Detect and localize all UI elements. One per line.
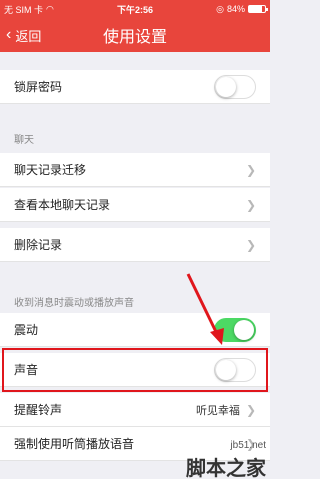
row-delete-records[interactable]: 删除记录 ❯ [0, 228, 270, 262]
toggle-knob [234, 319, 254, 340]
section-header-sound: 收到消息时震动或播放声音 [14, 298, 134, 309]
chevron-right-icon: ❯ [245, 237, 256, 252]
back-label: 返回 [15, 28, 42, 44]
chevron-right-icon: ❯ [245, 402, 256, 417]
lock-password-toggle[interactable] [214, 74, 256, 99]
section-header-chat: 聊天 [14, 135, 34, 146]
back-button[interactable]: ‹ 返回 [0, 26, 80, 45]
status-bar: 无 SIM 卡 ◠ 下午2:56 ◎ 84% [0, 0, 270, 18]
page-title: 使用设置 [102, 29, 167, 46]
status-left: 无 SIM 卡 ◠ [4, 3, 94, 16]
row-label: 查看本地聊天记录 [14, 198, 111, 212]
carrier-label: 无 SIM 卡 [4, 4, 44, 15]
annotation-arrow-icon [186, 273, 224, 345]
row-label: 强制使用听筒播放语音 [14, 437, 135, 451]
wifi-icon: ◠ [46, 3, 54, 14]
chevron-left-icon: ‹ [6, 26, 12, 43]
watermark-brand: 脚本之家 [186, 458, 266, 479]
battery-icon [248, 5, 268, 13]
row-view-local-chat[interactable]: 查看本地聊天记录 ❯ [0, 188, 270, 222]
status-right: ◎ 84% [176, 3, 268, 15]
battery-fill [249, 6, 263, 12]
row-label: 提醒铃声 [14, 403, 63, 417]
chevron-right-icon: ❯ [245, 162, 256, 177]
status-time: 下午2:56 [116, 4, 153, 15]
row-label: 删除记录 [14, 238, 63, 252]
highlight-box [2, 348, 268, 392]
row-chat-migrate[interactable]: 聊天记录迁移 ❯ [0, 153, 270, 187]
toggle-knob [216, 76, 236, 97]
ringtone-value: 听见幸福 [195, 404, 240, 417]
nav-bar: ‹ 返回 使用设置 [0, 18, 270, 52]
row-lock-password[interactable]: 锁屏密码 [0, 70, 270, 104]
chevron-right-icon: ❯ [245, 197, 256, 212]
lock-rotation-icon: ◎ [216, 3, 224, 14]
battery-percent: 84% [226, 4, 245, 14]
row-label: 聊天记录迁移 [14, 163, 87, 177]
watermark-site: jb51.net [230, 440, 266, 451]
row-ringtone[interactable]: 提醒铃声 听见幸福 ❯ [0, 393, 270, 427]
row-label: 锁屏密码 [14, 80, 63, 94]
